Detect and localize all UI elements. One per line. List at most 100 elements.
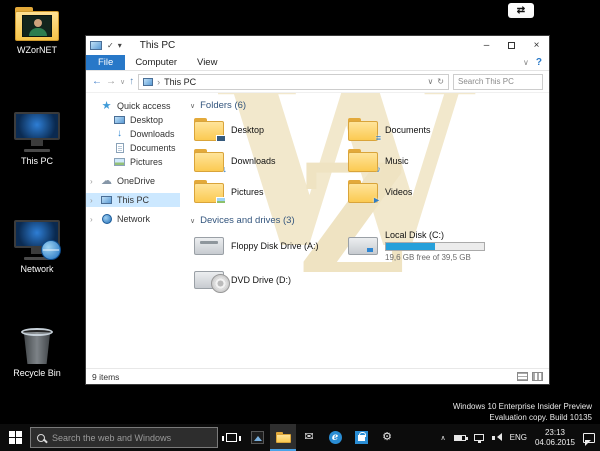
sidebar-item-this-pc[interactable]: › This PC	[86, 193, 180, 207]
taskbar-search-input[interactable]	[50, 431, 211, 444]
explorer-window: ✓ ▾ This PC – × File Computer View ∨ ? ←…	[85, 35, 550, 385]
breadcrumb[interactable]: This PC	[164, 77, 196, 87]
dvd-drive-icon	[194, 271, 230, 293]
refresh-icon[interactable]: ↻	[437, 77, 444, 86]
maximize-button[interactable]	[499, 36, 524, 55]
help-icon[interactable]: ?	[536, 57, 542, 68]
volume-icon[interactable]	[491, 433, 502, 442]
collapse-chevron-icon[interactable]: ∨	[190, 217, 195, 225]
pinned-app-store[interactable]	[348, 424, 374, 451]
taskbar-search-box[interactable]	[30, 427, 218, 448]
folder-desktop[interactable]: Desktop	[194, 114, 344, 145]
expand-chevron-icon[interactable]: ›	[90, 177, 96, 186]
sidebar-item-quick-access[interactable]: ★ Quick access	[86, 99, 180, 113]
tab-computer[interactable]: Computer	[125, 55, 187, 70]
ribbon-tabs: File Computer View ∨ ?	[86, 55, 549, 71]
explorer-system-icon[interactable]	[90, 41, 102, 50]
desktop-icon-label: Recycle Bin	[13, 368, 61, 378]
forward-button[interactable]: →	[106, 76, 116, 87]
file-explorer-icon	[275, 432, 291, 443]
taskbar-file-explorer[interactable]	[270, 424, 296, 451]
music-note-overlay-icon: ♪	[376, 164, 382, 174]
downloads-folder-icon: ↓	[194, 149, 227, 174]
sidebar-item-downloads[interactable]: ↓ Downloads	[86, 127, 180, 141]
devices-grid: Floppy Disk Drive (A:) Local Disk (C:) 1…	[194, 229, 541, 297]
folder-videos[interactable]: ► Videos	[348, 176, 508, 207]
disk-usage-bar	[385, 242, 485, 251]
picture-overlay-icon	[216, 197, 226, 204]
search-input[interactable]	[454, 74, 542, 89]
close-button[interactable]: ×	[524, 36, 549, 55]
folders-section-header[interactable]: ∨ Folders (6)	[190, 100, 541, 111]
desktop-icon-label: WZorNET	[17, 45, 57, 55]
expand-chevron-icon[interactable]: ›	[90, 215, 96, 224]
pinned-app-photos[interactable]	[244, 424, 270, 451]
recent-locations-dropdown-icon[interactable]: ∨	[120, 78, 125, 86]
sidebar-item-documents[interactable]: Documents	[86, 141, 180, 155]
ribbon-expand-icon[interactable]: ∨	[523, 58, 529, 67]
music-folder-icon: ♪	[348, 149, 381, 174]
computer-icon	[13, 112, 61, 152]
address-bar[interactable]: › This PC ∨ ↻	[138, 73, 449, 90]
qat-check-icon[interactable]: ✓	[107, 41, 114, 50]
folder-documents[interactable]: ≡ Documents	[348, 114, 508, 145]
thumbnails-view-button[interactable]	[532, 372, 543, 381]
desktop-icon-network[interactable]: Network	[4, 220, 70, 274]
sidebar-item-desktop[interactable]: Desktop	[86, 113, 180, 127]
tab-view[interactable]: View	[187, 55, 227, 70]
user-folder-icon	[15, 7, 59, 41]
action-center-icon[interactable]	[583, 432, 595, 446]
taskbar-clock[interactable]: 23:13 04.06.2015	[535, 428, 575, 448]
drive-floppy-a[interactable]: Floppy Disk Drive (A:)	[194, 229, 344, 263]
videos-folder-icon: ►	[348, 180, 381, 205]
user-avatar	[22, 15, 52, 37]
minimize-button[interactable]: –	[474, 36, 499, 55]
close-icon: ×	[533, 40, 540, 51]
desktop-icon-recycle-bin[interactable]: Recycle Bin	[4, 328, 70, 378]
top-arrows-button[interactable]: ⇄	[508, 3, 534, 18]
address-dropdown-icon[interactable]: ∨	[427, 77, 433, 86]
gear-icon: ⚙	[382, 431, 392, 443]
network-icon-small	[101, 214, 112, 224]
details-view-button[interactable]	[517, 372, 528, 381]
collapse-chevron-icon[interactable]: ∨	[190, 102, 195, 110]
back-button[interactable]: ←	[92, 76, 102, 87]
desktop-icon-wzornet[interactable]: WZorNET	[4, 7, 70, 55]
build-watermark: Windows 10 Enterprise Insider Preview Ev…	[452, 402, 592, 422]
desktop-icon-label: Network	[20, 264, 54, 274]
sidebar-item-network[interactable]: › Network	[86, 212, 180, 226]
battery-icon[interactable]	[453, 434, 468, 441]
hidden-icons-button[interactable]: ∧	[440, 434, 445, 442]
folder-pictures[interactable]: Pictures	[194, 176, 344, 207]
tab-file[interactable]: File	[86, 55, 126, 70]
status-bar: 9 items	[86, 368, 549, 384]
expand-chevron-icon[interactable]: ›	[90, 196, 96, 205]
desktop-icon-this-pc[interactable]: This PC	[4, 112, 70, 166]
devices-section-header[interactable]: ∨ Devices and drives (3)	[190, 215, 541, 226]
folder-music[interactable]: ♪ Music	[348, 145, 508, 176]
search-icon	[37, 433, 45, 442]
free-space-text: 19,6 GB free of 39,5 GB	[385, 253, 471, 262]
onedrive-cloud-icon: ☁	[101, 174, 112, 187]
start-button[interactable]	[0, 424, 30, 451]
pinned-app-mail[interactable]: ✉	[296, 424, 322, 451]
window-title: This PC	[139, 40, 176, 51]
pinned-app-settings[interactable]: ⚙	[374, 424, 400, 451]
folder-downloads[interactable]: ↓ Downloads	[194, 145, 344, 176]
qat-dropdown-icon[interactable]: ▾	[118, 41, 122, 50]
search-box[interactable]	[453, 73, 543, 90]
language-indicator[interactable]: ENG	[510, 433, 527, 442]
network-status-icon[interactable]	[473, 434, 484, 443]
sidebar-item-pictures[interactable]: Pictures	[86, 155, 180, 169]
drive-dvd-d[interactable]: DVD Drive (D:)	[194, 263, 344, 297]
task-view-button[interactable]	[218, 424, 244, 451]
pinned-app-edge[interactable]: e	[322, 424, 348, 451]
sidebar-item-onedrive[interactable]: › ☁ OneDrive	[86, 174, 180, 188]
desktop-folder-icon	[194, 118, 226, 142]
up-button[interactable]: ↑	[129, 76, 134, 87]
disk-usage-fill	[386, 243, 435, 250]
drive-local-c[interactable]: Local Disk (C:) 19,6 GB free of 39,5 GB	[348, 229, 508, 263]
quick-access-toolbar: ✓ ▾	[107, 41, 122, 50]
this-pc-icon	[143, 77, 154, 86]
title-bar[interactable]: ✓ ▾ This PC – ×	[86, 36, 549, 55]
